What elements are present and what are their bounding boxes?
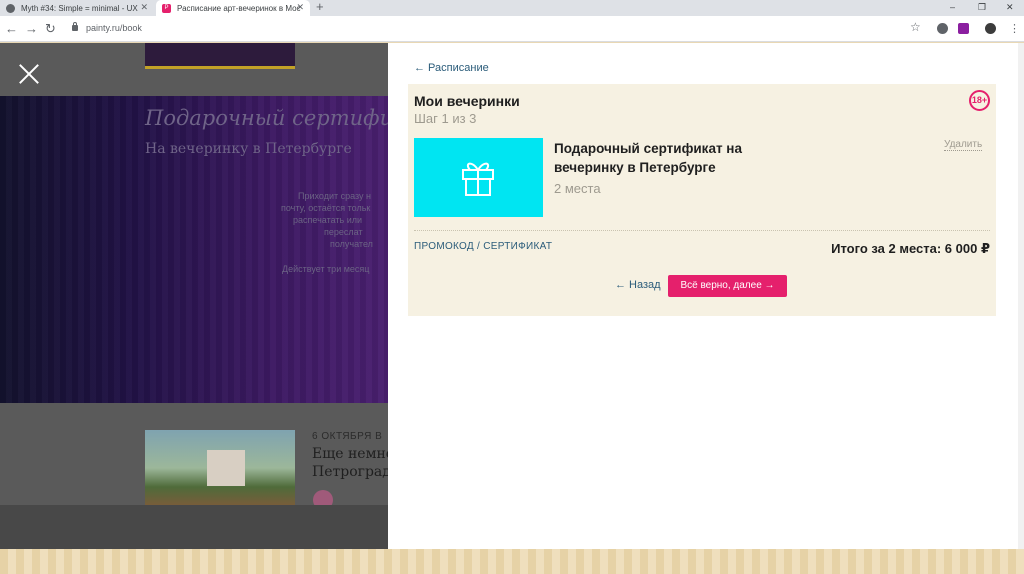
- event-title: Еще немно: [312, 446, 395, 462]
- order-total: Итого за 2 места: 6 000 ₽: [831, 241, 990, 256]
- close-tab-icon[interactable]: ✕: [140, 2, 148, 13]
- hero-subtitle: На вечеринку в Петербурге: [145, 141, 352, 157]
- bookmark-star-icon[interactable]: ☆: [910, 20, 921, 34]
- tab-title: Myth #34: Simple = minimal - UX: [21, 3, 138, 13]
- close-window-icon[interactable]: ✕: [1006, 0, 1014, 14]
- event-date: 6 ОКТЯБРЯ В: [312, 431, 383, 442]
- browser-tab-active[interactable]: P Расписание арт-вечеринок в Мос ✕: [156, 0, 310, 16]
- minimize-icon[interactable]: –: [950, 0, 955, 14]
- cart-card: Мои вечеринки Шаг 1 из 3 18+ Подарочный …: [408, 84, 996, 316]
- hero-text: Приходит сразу н: [298, 191, 372, 201]
- divider: [414, 230, 990, 231]
- tab-title: Расписание арт-вечеринок в Мос: [177, 3, 301, 13]
- scrollbar[interactable]: [1018, 43, 1024, 549]
- promo-code-link[interactable]: ПРОМОКОД / СЕРТИФИКАТ: [414, 241, 552, 252]
- new-tab-button[interactable]: +: [316, 0, 324, 14]
- age-rating-badge: 18+: [969, 90, 990, 111]
- hero-text: почту, остаётся тольк: [281, 203, 371, 213]
- schedule-back-link[interactable]: ← Расписание: [414, 62, 489, 74]
- event-image: [145, 43, 295, 69]
- browser-tab[interactable]: Myth #34: Simple = minimal - UX ✕: [0, 0, 154, 16]
- hero-title: Подарочный сертифи: [145, 106, 394, 130]
- extension-icon[interactable]: [958, 23, 969, 34]
- event-image: [145, 430, 295, 506]
- restore-icon[interactable]: ❐: [978, 0, 986, 14]
- page-footer: [0, 505, 388, 549]
- back-arrow-icon[interactable]: ←: [5, 20, 18, 38]
- painty-favicon-icon: P: [162, 3, 171, 13]
- certificate-image: [414, 138, 543, 217]
- hero-text: получател: [330, 239, 373, 249]
- confirm-next-button[interactable]: Всё верно, далее →: [668, 275, 787, 297]
- item-quantity: 2 места: [554, 181, 601, 196]
- close-icon[interactable]: [18, 63, 40, 85]
- booking-panel: ← Расписание Мои вечеринки Шаг 1 из 3 18…: [388, 43, 1024, 549]
- close-tab-icon[interactable]: ✕: [296, 2, 304, 13]
- cart-title: Мои вечеринки: [414, 93, 520, 109]
- forward-arrow-icon[interactable]: →: [25, 20, 38, 38]
- back-button[interactable]: ← Назад: [615, 279, 661, 291]
- browser-tab-bar: Myth #34: Simple = minimal - UX ✕ P Расп…: [0, 0, 1024, 16]
- decorative-strip: [0, 549, 1024, 574]
- remove-item-button[interactable]: Удалить: [944, 139, 983, 151]
- hero-text: переслат: [324, 227, 363, 237]
- browser-toolbar: ← → ↻ painty.ru/book ☆ ⋮: [0, 16, 1024, 42]
- lock-icon: [72, 22, 78, 31]
- hero-text: распечатать или: [293, 215, 363, 225]
- hero-text: Действует три месяц: [282, 264, 370, 274]
- extension-icon[interactable]: [937, 23, 948, 34]
- reload-icon[interactable]: ↻: [45, 20, 56, 38]
- item-name: Подарочный сертификат на вечеринку в Пет…: [554, 141, 742, 175]
- profile-avatar[interactable]: [985, 23, 996, 34]
- gift-icon: [462, 162, 494, 196]
- address-bar[interactable]: painty.ru/book: [86, 23, 142, 33]
- step-indicator: Шаг 1 из 3: [414, 111, 477, 126]
- menu-icon[interactable]: ⋮: [1009, 20, 1020, 38]
- globe-icon: [6, 3, 15, 13]
- event-title: Петроград: [312, 464, 391, 480]
